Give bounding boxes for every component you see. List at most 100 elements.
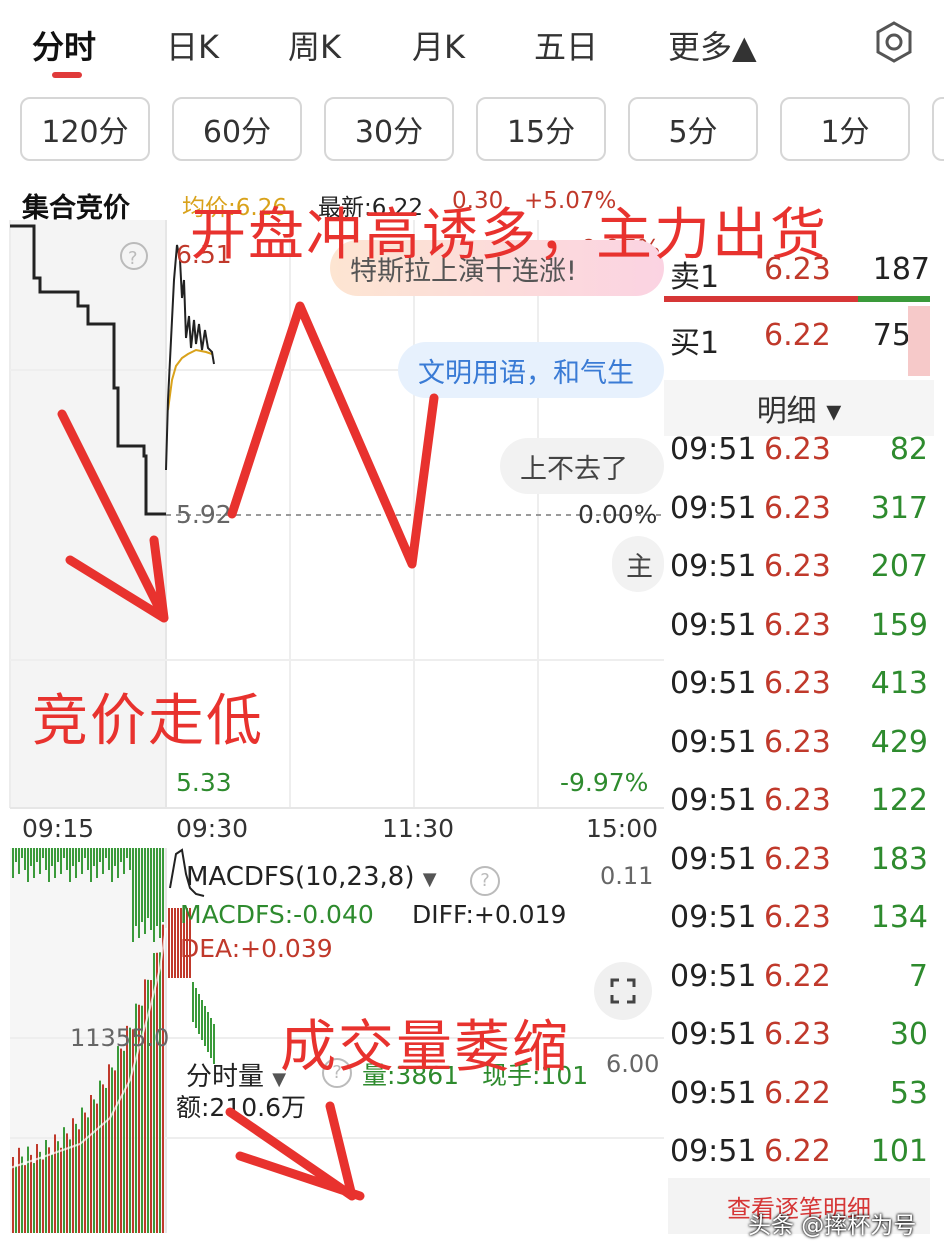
period-30min-button[interactable]: 30分 [324, 97, 454, 161]
volume-bar [45, 1140, 47, 1233]
trade-price: 6.23 [764, 724, 831, 760]
macd-bar [51, 848, 53, 866]
volume-bar [159, 952, 161, 1233]
volume-bar [144, 979, 146, 1233]
macd-title[interactable]: MACDFS(10,23,8) ▼ [186, 862, 437, 892]
macd-bar [105, 848, 107, 858]
macd-bar [69, 848, 71, 882]
trade-volume: 159 [870, 607, 928, 643]
trade-row: 09:51 6.23 30 [664, 1017, 944, 1075]
trade-time: 09:51 [670, 490, 757, 526]
macd-bar [30, 848, 32, 866]
tab-weekly-k[interactable]: 周K [288, 22, 341, 68]
macd-bar [117, 848, 119, 878]
base-price-label: 5.92 [176, 500, 232, 529]
base-pct-label: 0.00% [578, 500, 658, 529]
comment-bubble[interactable]: 主 [612, 536, 664, 592]
macd-bar [81, 848, 83, 874]
buy1-row: 买1 6.22 751 [664, 308, 944, 368]
expand-icon[interactable] [594, 962, 652, 1020]
macd-bar [87, 848, 89, 870]
period-1min-button[interactable]: 1分 [780, 97, 910, 161]
intraday-price-line [165, 244, 215, 471]
macd-bar [48, 848, 50, 882]
volume-bar [39, 1151, 41, 1233]
macd-bar [201, 1000, 203, 1040]
macd-bar [24, 848, 26, 870]
tab-daily-k[interactable]: 日K [166, 22, 219, 68]
trade-price: 6.23 [764, 783, 831, 818]
volume-bar [75, 1123, 77, 1233]
volume-bar [69, 1139, 71, 1233]
tab-five-day[interactable]: 五日 [534, 22, 598, 68]
trade-row: 09:51 6.23 207 [664, 549, 944, 607]
tab-timeshare[interactable]: 分时 [32, 22, 96, 68]
macd-bar [120, 848, 122, 862]
trade-time: 09:51 [670, 841, 757, 877]
trade-row: 09:51 6.23 317 [664, 491, 944, 549]
macd-bar [18, 848, 20, 874]
trade-time: 09:51 [670, 432, 757, 467]
macd-bar [57, 848, 59, 862]
volume-bar [120, 1048, 122, 1233]
low-pct-label: -9.97% [560, 768, 649, 797]
macd-bar [195, 988, 197, 1028]
volume-bar [111, 1067, 113, 1233]
trade-row: 09:51 6.22 7 [664, 959, 944, 1017]
annotation-auction-low: 竞价走低 [32, 689, 264, 754]
volume-bar [27, 1146, 29, 1233]
watermark: 头条 @摔杯为号 [748, 1213, 917, 1239]
macd-bar [207, 1012, 209, 1052]
trade-time: 09:51 [670, 783, 757, 818]
macd-bar [159, 848, 161, 938]
trade-row: 09:51 6.23 82 [664, 432, 944, 490]
volume-left-value: 11355.0 [70, 1024, 170, 1052]
period-5min-button[interactable]: 5分 [628, 97, 758, 161]
macd-bar [39, 848, 41, 874]
trade-time: 09:51 [670, 1075, 757, 1111]
volume-bar [42, 1159, 44, 1233]
time-label: 09:15 [22, 814, 95, 843]
macd-bar [54, 848, 56, 878]
macd-bar [96, 848, 98, 878]
detail-dropdown[interactable]: 明细 ▾ [664, 380, 934, 436]
macd-bar [153, 848, 155, 942]
trade-volume: 7 [908, 958, 928, 994]
macd-bar [90, 848, 92, 882]
avg-price-line [167, 348, 213, 411]
period-60min-button[interactable]: 60分 [172, 97, 302, 161]
volume-bar [81, 1107, 83, 1233]
period-120min-button[interactable]: 120分 [20, 97, 150, 161]
macd-bar [198, 994, 200, 1034]
macd-bar [162, 848, 164, 922]
settings-gear-icon[interactable] [872, 20, 916, 64]
buy1-label: 买1 [670, 326, 720, 361]
macd-bar [102, 848, 104, 874]
trade-time: 09:51 [670, 666, 757, 701]
volume-bar [36, 1144, 38, 1233]
order-book-panel: 卖1 6.23 187 买1 6.22 751 明细 ▾ 09:51 6.23 82… [664, 220, 944, 1253]
volume-bar [63, 1127, 65, 1233]
volume-bar [87, 1117, 89, 1233]
period-15min-button[interactable]: 15分 [476, 97, 606, 161]
buy1-depth-bar [908, 306, 930, 376]
trade-price: 6.23 [764, 841, 831, 877]
macd-bar [135, 848, 137, 926]
trade-time: 09:51 [670, 1017, 757, 1052]
tab-more[interactable]: 更多▲ [668, 22, 757, 68]
active-tab-indicator [52, 72, 82, 78]
period-overflow-pill[interactable] [932, 97, 944, 161]
macd-help-icon[interactable]: ? [470, 866, 500, 896]
macd-bar [42, 848, 44, 858]
volume-bar [96, 1103, 98, 1233]
volume-bar [114, 1070, 116, 1233]
comment-bubble[interactable]: 上不去了 [500, 438, 664, 494]
volume-bar [126, 1025, 128, 1233]
trade-volume: 122 [870, 783, 928, 818]
comment-bubble[interactable]: 文明用语，和气生 [398, 342, 664, 398]
trade-volume: 317 [870, 490, 928, 526]
tab-monthly-k[interactable]: 月K [412, 22, 465, 68]
macd-bar [93, 848, 95, 866]
macd-bar [123, 848, 125, 874]
volume-bar [108, 1064, 110, 1233]
